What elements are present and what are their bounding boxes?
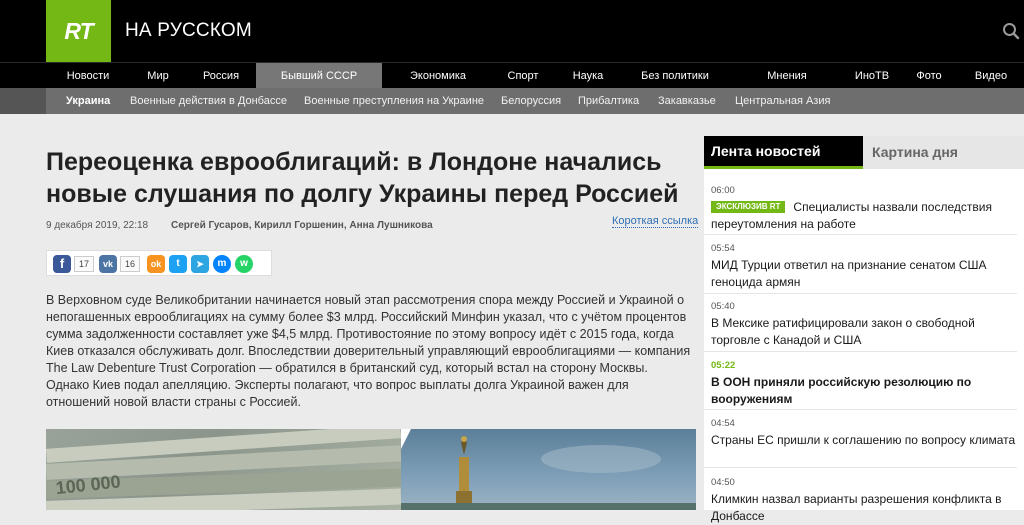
news-time: 05:22 xyxy=(711,360,736,371)
rt-logo[interactable]: RT xyxy=(46,0,111,62)
subnav-item-caucasus[interactable]: Закавказье xyxy=(658,88,716,114)
nav-item-no-politics[interactable]: Без политики xyxy=(624,63,726,89)
sub-navigation: Украина Военные действия в Донбассе Воен… xyxy=(0,88,1024,114)
odnoklassniki-icon[interactable]: ok xyxy=(147,255,165,273)
nav-item-science[interactable]: Наука xyxy=(552,63,624,89)
nav-item-video[interactable]: Видео xyxy=(962,63,1020,89)
divider xyxy=(704,293,1017,294)
whatsapp-icon[interactable]: w xyxy=(235,255,253,273)
short-link[interactable]: Короткая ссылка xyxy=(612,215,699,228)
news-title: В Мексике ратифицировали закон о свободн… xyxy=(711,316,975,347)
divider xyxy=(704,467,1017,468)
telegram-icon[interactable]: ➤ xyxy=(191,255,209,273)
site-header: RT НА РУССКОМ xyxy=(0,0,1024,62)
site-name[interactable]: НА РУССКОМ xyxy=(125,20,252,42)
news-item[interactable]: 05:54 МИД Турции ответил на признание се… xyxy=(711,243,1019,291)
article-date: 9 декабря 2019, 22:18 xyxy=(46,220,149,231)
news-item[interactable]: 05:22 В ООН приняли российскую резолюцию… xyxy=(711,360,1019,408)
news-time: 04:50 xyxy=(711,477,735,488)
news-item[interactable]: 06:00 ЭКСКЛЮЗИВ RT Специалисты назвали по… xyxy=(711,185,1019,233)
photo-banknotes: 100 000 xyxy=(46,429,401,510)
news-time: 04:54 xyxy=(711,418,735,429)
news-title: В ООН приняли российскую резолюцию по во… xyxy=(711,375,972,406)
subnav-item-baltics[interactable]: Прибалтика xyxy=(578,88,639,114)
news-time: 05:54 xyxy=(711,243,735,254)
nav-item-russia[interactable]: Россия xyxy=(186,63,256,89)
article-photo[interactable]: 100 000 xyxy=(46,429,696,510)
nav-item-economy[interactable]: Экономика xyxy=(382,63,494,89)
subnav-item-war-crimes[interactable]: Военные преступления на Украине xyxy=(304,88,484,114)
news-feed-sidebar: Лента новостей Картина дня 06:00 ЭКСКЛЮЗ… xyxy=(704,136,1024,523)
divider xyxy=(704,234,1017,235)
news-item[interactable]: 04:50 Климкин назвал варианты разрешения… xyxy=(711,477,1019,525)
nav-item-news[interactable]: Новости xyxy=(46,63,130,89)
nav-item-inotv[interactable]: ИноТВ xyxy=(848,63,896,89)
messenger-icon[interactable]: m xyxy=(213,255,231,273)
news-item[interactable]: 05:40 В Мексике ратифицировали закон о с… xyxy=(711,301,1019,349)
vk-icon[interactable]: vk xyxy=(99,255,117,273)
divider xyxy=(704,351,1017,352)
subnav-item-donbass[interactable]: Военные действия в Донбассе xyxy=(130,88,287,114)
twitter-icon[interactable]: t xyxy=(169,255,187,273)
active-tab-underline xyxy=(704,166,863,169)
subnav-item-central-asia[interactable]: Центральная Азия xyxy=(735,88,830,114)
nav-item-opinions[interactable]: Мнения xyxy=(726,63,848,89)
article-lead: В Верховном суде Великобритании начинает… xyxy=(46,293,691,409)
article-title: Переоценка еврооблигаций: в Лондоне нача… xyxy=(46,148,679,208)
main-navigation: Новости Мир Россия Бывший СССР Экономика… xyxy=(0,62,1024,89)
subnav-item-belarus[interactable]: Белоруссия xyxy=(501,88,561,114)
nav-item-world[interactable]: Мир xyxy=(130,63,186,89)
divider xyxy=(704,409,1017,410)
sub-navigation-bar: Украина Военные действия в Донбассе Воен… xyxy=(46,88,1024,114)
facebook-share-count: 17 xyxy=(74,256,94,272)
tab-news-feed[interactable]: Лента новостей xyxy=(704,136,863,166)
news-item[interactable]: 04:54 Страны ЕС пришли к соглашению по в… xyxy=(711,418,1019,449)
photo-monument xyxy=(401,429,696,510)
news-title: МИД Турции ответил на признание сенатом … xyxy=(711,258,987,289)
vk-share-count: 16 xyxy=(120,256,140,272)
news-title: Страны ЕС пришли к соглашению по вопросу… xyxy=(711,433,1016,447)
nav-item-ex-ussr[interactable]: Бывший СССР xyxy=(256,63,382,89)
news-title: Климкин назвал варианты разрешения конфл… xyxy=(711,492,1002,523)
subnav-item-ukraine[interactable]: Украина xyxy=(66,88,110,114)
article-authors[interactable]: Сергей Гусаров, Кирилл Горшенин, Анна Лу… xyxy=(171,220,433,231)
nav-item-sport[interactable]: Спорт xyxy=(494,63,552,89)
logo-text: RT xyxy=(64,17,93,44)
tab-picture-of-day[interactable]: Картина дня xyxy=(863,136,1024,169)
news-title: ЭКСКЛЮЗИВ RT Специалисты назвали последст… xyxy=(711,199,1019,233)
exclusive-badge: ЭКСКЛЮЗИВ RT xyxy=(711,201,786,213)
facebook-icon[interactable]: f xyxy=(53,255,71,273)
search-icon[interactable] xyxy=(1002,22,1020,40)
nav-item-photo[interactable]: Фото xyxy=(896,63,962,89)
news-time: 06:00 xyxy=(711,185,735,196)
share-bar: f 17 vk 16 ok t ➤ m w xyxy=(46,250,272,276)
news-time: 05:40 xyxy=(711,301,735,312)
